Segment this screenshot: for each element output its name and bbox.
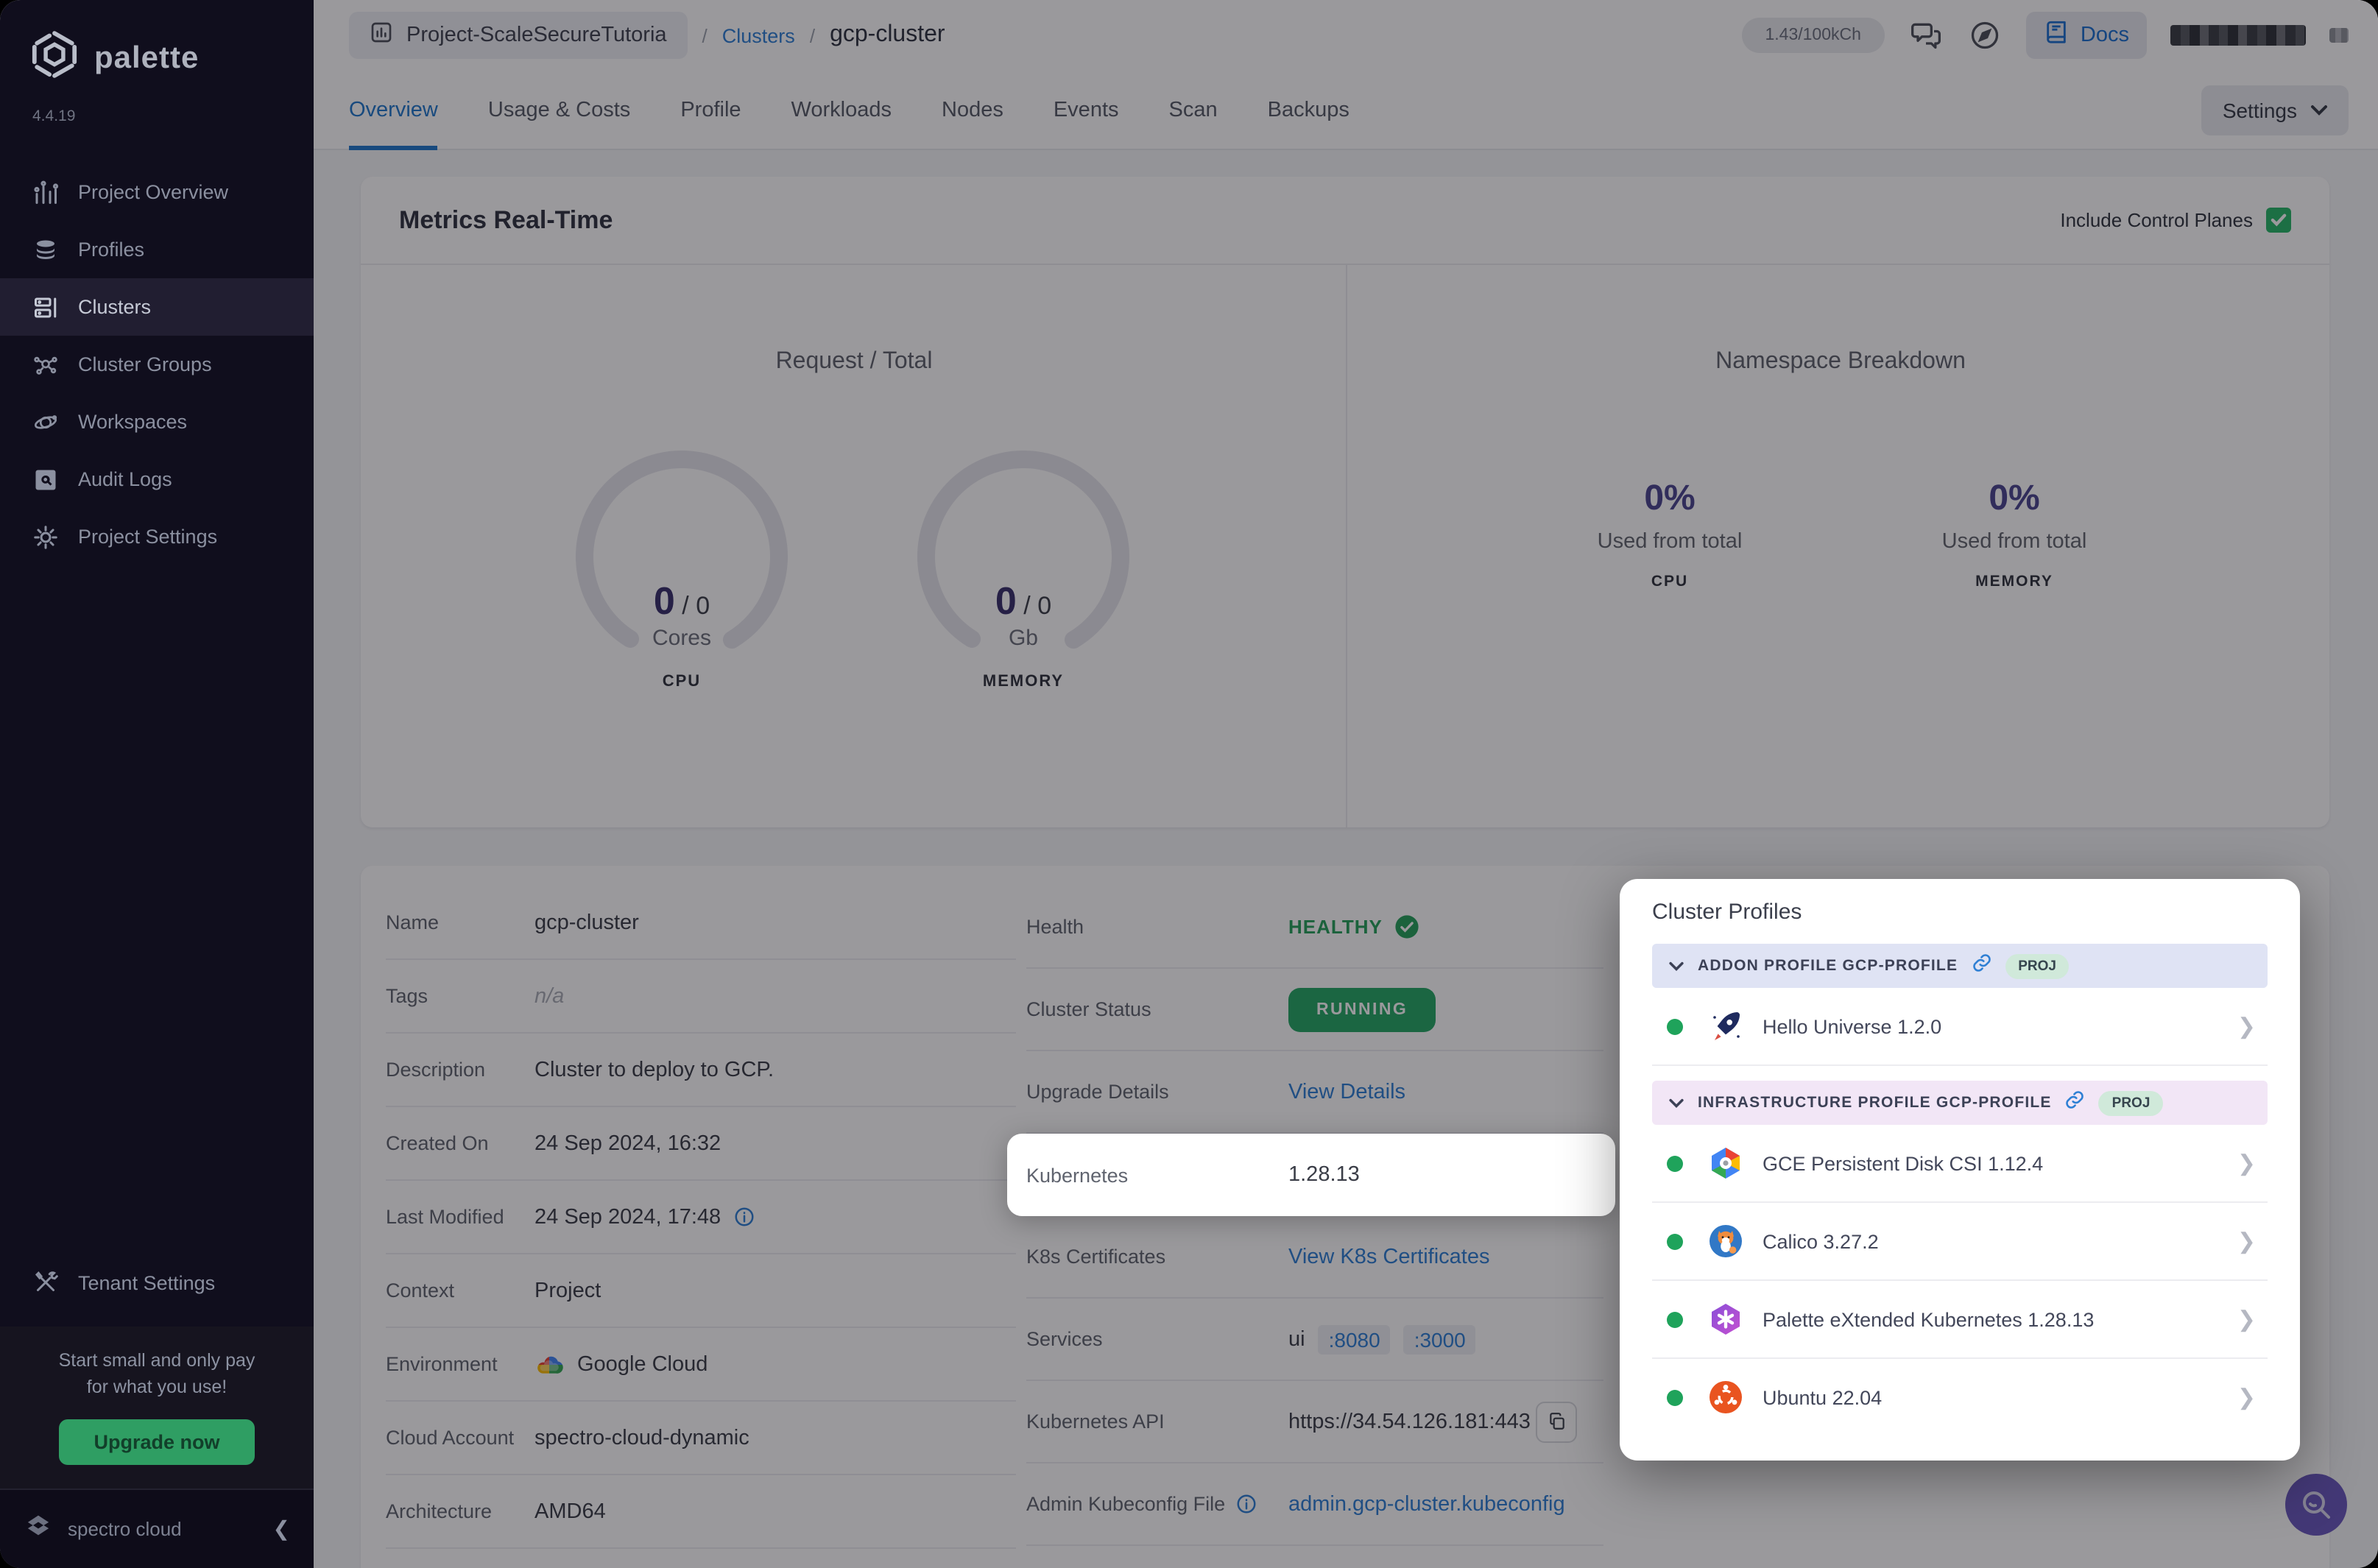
tools-icon — [32, 1269, 59, 1296]
kubernetes-label: Kubernetes — [1026, 1164, 1129, 1186]
sidebar: palette 4.4.19 Project Overview Profiles… — [0, 0, 314, 1568]
brand-bar: spectro cloud ❮ — [0, 1488, 314, 1568]
network-nodes-icon — [32, 351, 59, 378]
chevron-right-icon: ❯ — [2237, 1151, 2256, 1176]
sidebar-item-clusters[interactable]: Clusters — [0, 278, 314, 336]
infrastructure-profile-section-header[interactable]: INFRASTRUCTURE PROFILE GCP-PROFILE PROJ — [1652, 1081, 2268, 1125]
chevron-right-icon: ❯ — [2237, 1385, 2256, 1410]
orbit-icon — [32, 409, 59, 435]
sidebar-item-profiles[interactable]: Profiles — [0, 221, 314, 278]
palette-app: palette 4.4.19 Project Overview Profiles… — [0, 0, 2378, 1568]
proj-scope-badge: PROJ — [2098, 1090, 2164, 1115]
cluster-profiles-title: Cluster Profiles — [1652, 900, 1802, 925]
kubernetes-version-spotlight: Kubernetes 1.28.13 — [1007, 1134, 1615, 1216]
layers-stack-icon — [32, 236, 59, 263]
upgrade-now-button[interactable]: Upgrade now — [58, 1419, 255, 1465]
spectro-cloud-logo-icon — [24, 1511, 53, 1547]
sidebar-nav: Project Overview Profiles Clusters Clust… — [0, 163, 314, 565]
profile-item-ubuntu[interactable]: Ubuntu 22.04 ❯ — [1652, 1359, 2268, 1435]
sidebar-collapse-chevron-icon[interactable]: ❮ — [273, 1516, 290, 1541]
chevron-down-icon — [1669, 1098, 1684, 1107]
status-dot — [1667, 1233, 1683, 1249]
chevron-right-icon: ❯ — [2237, 1229, 2256, 1254]
sidebar-item-project-overview[interactable]: Project Overview — [0, 163, 314, 221]
chevron-right-icon: ❯ — [2237, 1014, 2256, 1039]
promo-text: Start small and only pay for what you us… — [58, 1349, 255, 1398]
status-dot — [1667, 1155, 1683, 1171]
ubuntu-logo — [1708, 1380, 1743, 1415]
status-dot — [1667, 1018, 1683, 1034]
upgrade-promo: Start small and only pay for what you us… — [0, 1326, 314, 1488]
app-version: 4.4.19 — [32, 107, 76, 125]
hello-universe-logo — [1708, 1009, 1743, 1044]
status-dot — [1667, 1389, 1683, 1405]
palette-logo-icon — [29, 29, 80, 87]
chevron-right-icon: ❯ — [2237, 1307, 2256, 1332]
app-window: palette 4.4.19 Project Overview Profiles… — [0, 0, 2378, 1568]
link-icon — [1971, 952, 1991, 980]
profile-item-calico[interactable]: Calico 3.27.2 ❯ — [1652, 1203, 2268, 1281]
chevron-down-icon — [1669, 961, 1684, 970]
sidebar-item-audit-logs[interactable]: Audit Logs — [0, 451, 314, 508]
addon-profile-section-header[interactable]: ADDON PROFILE GCP-PROFILE PROJ — [1652, 944, 2268, 988]
profile-item-palette-extended-kubernetes[interactable]: Palette eXtended Kubernetes 1.28.13 ❯ — [1652, 1281, 2268, 1359]
calico-logo — [1708, 1223, 1743, 1259]
sidebar-item-workspaces[interactable]: Workspaces — [0, 393, 314, 451]
brand-name: spectro cloud — [68, 1518, 182, 1540]
doc-search-icon — [32, 466, 59, 492]
sidebar-item-cluster-groups[interactable]: Cluster Groups — [0, 336, 314, 393]
kubernetes-version-value: 1.28.13 — [1288, 1163, 1360, 1187]
profile-item-gce-disk[interactable]: GCE Persistent Disk CSI 1.12.4 ❯ — [1652, 1125, 2268, 1203]
cluster-list-icon — [32, 294, 59, 320]
sidebar-item-tenant-settings[interactable]: Tenant Settings — [0, 1254, 314, 1311]
cluster-profiles-panel: Cluster Profiles ADDON PROFILE GCP-PROFI… — [1620, 879, 2300, 1461]
logo-wordmark: palette — [94, 40, 200, 74]
proj-scope-badge: PROJ — [2005, 953, 2070, 978]
link-icon — [2065, 1089, 2086, 1117]
gear-icon — [32, 523, 59, 550]
pxk-logo — [1708, 1302, 1743, 1337]
status-dot — [1667, 1311, 1683, 1327]
sidebar-bottom: Tenant Settings Start small and only pay… — [0, 1254, 314, 1568]
gce-disk-logo — [1708, 1145, 1743, 1181]
palette-logo: palette — [0, 0, 314, 87]
sidebar-item-project-settings[interactable]: Project Settings — [0, 508, 314, 565]
chart-bars-icon — [32, 179, 59, 205]
profile-item-hello-universe[interactable]: Hello Universe 1.2.0 ❯ — [1652, 988, 2268, 1066]
